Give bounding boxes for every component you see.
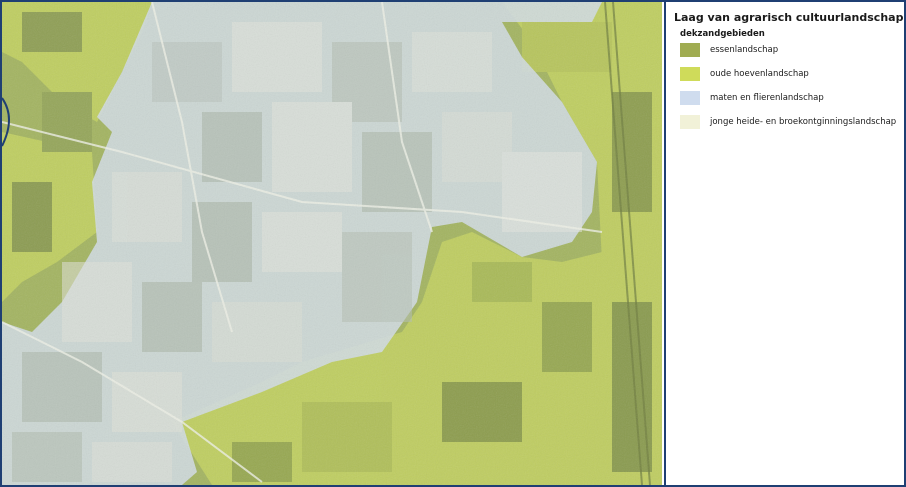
- legend-label: maten en flierenlandschap: [710, 93, 824, 103]
- legend-label: essenlandschap: [710, 45, 779, 55]
- legend-item-oude-hoevenlandschap: oude hoevenlandschap: [680, 67, 904, 83]
- legend-swatch-oude-hoevenlandschap: [680, 67, 700, 81]
- legend-swatch-maten-en-flierenlandschap: [680, 91, 700, 105]
- legend-item-maten-en-flierenlandschap: maten en flierenlandschap: [680, 91, 904, 107]
- legend-label: jonge heide- en broekontginningslandscha…: [710, 117, 897, 127]
- legend-item-jonge-heide: jonge heide- en broekontginningslandscha…: [680, 115, 904, 131]
- map-canvas[interactable]: [2, 2, 662, 485]
- legend-title: Laag van agrarisch cultuurlandschap: [674, 11, 904, 24]
- legend-swatch-essenlandschap: [680, 43, 700, 57]
- legend-label: oude hoevenlandschap: [710, 69, 809, 79]
- legend-subtitle: dekzandgebieden: [680, 29, 765, 39]
- map-view[interactable]: [2, 2, 662, 485]
- legend-item-essenlandschap: essenlandschap: [680, 43, 904, 59]
- map-frame: Laag van agrarisch cultuurlandschap dekz…: [0, 0, 906, 487]
- legend-swatch-jonge-heide: [680, 115, 700, 129]
- legend-panel: Laag van agrarisch cultuurlandschap dekz…: [664, 2, 904, 485]
